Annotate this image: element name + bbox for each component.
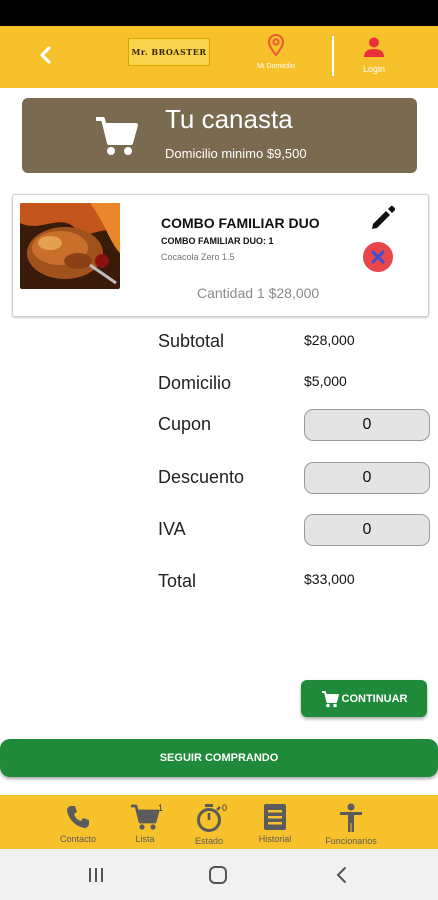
basket-banner: Tu canasta Domicilio minimo $9,500 (22, 98, 417, 173)
back-arrow-icon (336, 867, 346, 883)
shopping-cart-icon (131, 804, 160, 830)
delivery-value: $5,000 (304, 373, 347, 389)
nav-status[interactable]: 0 Estado (174, 803, 244, 849)
nav-status-label: Estado (194, 836, 224, 846)
brand-logo-text: Mr. BROASTER (131, 47, 207, 57)
nav-history[interactable]: Historial (240, 803, 310, 849)
keep-shopping-button[interactable]: SEGUIR COMPRANDO (0, 739, 438, 777)
total-value: $33,000 (304, 571, 355, 587)
tax-label: IVA (158, 519, 186, 539)
continue-label: CONTINUAR (341, 692, 408, 705)
nav-contact-label: Contacto (59, 834, 97, 844)
shopping-cart-icon (96, 117, 138, 155)
edit-item-button[interactable] (369, 204, 397, 232)
cart-item-card: COMBO FAMILIAR DUO COMBO FAMILIAR DUO: 1… (12, 194, 429, 317)
keep-shopping-label: SEGUIR COMPRANDO (159, 752, 279, 764)
brand-logo: Mr. BROASTER (128, 38, 210, 66)
nav-contact[interactable]: Contacto (43, 803, 113, 849)
cart-count-badge: 1 (158, 803, 164, 813)
coupon-field[interactable]: 0 (304, 409, 430, 441)
product-image (20, 203, 120, 289)
login-button[interactable]: Login (352, 36, 396, 82)
recent-apps-button[interactable] (84, 865, 108, 885)
home-icon (209, 866, 227, 884)
subtotal-value: $28,000 (304, 332, 355, 348)
status-bar (0, 0, 438, 26)
person-icon (340, 803, 362, 832)
login-label: Login (362, 64, 386, 74)
system-nav-bar (0, 849, 438, 900)
system-back-button[interactable] (329, 865, 353, 885)
location-pin-icon (267, 33, 285, 57)
discount-field: 0 (304, 462, 430, 494)
subtotal-label: Subtotal (158, 331, 225, 351)
nav-history-label: Historial (258, 834, 292, 844)
location-label: Mi Domicilio (257, 63, 295, 70)
item-quantity-price: Cantidad 1 $28,000 (197, 285, 320, 301)
nav-staff-label: Funcionarios (325, 836, 377, 846)
back-button[interactable] (28, 38, 62, 72)
coupon-label: Cupon (158, 414, 212, 434)
stopwatch-icon (197, 804, 221, 832)
chevron-left-icon (40, 46, 51, 64)
nav-cart-label: Lista (135, 834, 155, 844)
close-icon (371, 250, 385, 264)
phone-icon (67, 806, 89, 828)
user-icon (364, 37, 384, 57)
status-count-badge: 0 (222, 803, 228, 813)
item-detail: COMBO FAMILIAR DUO: 1 (161, 236, 274, 246)
tax-field: 0 (304, 514, 430, 546)
shopping-cart-icon (321, 690, 339, 707)
delivery-label: Domicilio (158, 373, 232, 393)
bottom-nav: Contacto 1 Lista 0 Estado Historial Func… (0, 795, 438, 849)
pencil-icon (372, 205, 396, 229)
discount-label: Descuento (158, 467, 245, 487)
minimum-delivery-text: Domicilio minimo $9,500 (165, 146, 307, 161)
location-button[interactable]: Mi Domicilio (246, 33, 306, 84)
list-icon (264, 804, 286, 830)
header-divider (332, 36, 334, 76)
recent-apps-icon (89, 868, 103, 882)
home-button[interactable] (206, 865, 230, 885)
basket-title: Tu canasta (165, 104, 293, 134)
item-name: COMBO FAMILIAR DUO (161, 215, 320, 231)
app-header: Mr. BROASTER Mi Domicilio Login (0, 26, 438, 88)
continue-button[interactable]: CONTINUAR (301, 680, 427, 717)
remove-item-button[interactable] (363, 242, 393, 272)
item-extra: Cocacola Zero 1.5 (161, 252, 235, 262)
nav-staff[interactable]: Funcionarios (316, 803, 386, 849)
total-label: Total (158, 571, 197, 591)
nav-cart[interactable]: 1 Lista (110, 803, 180, 849)
